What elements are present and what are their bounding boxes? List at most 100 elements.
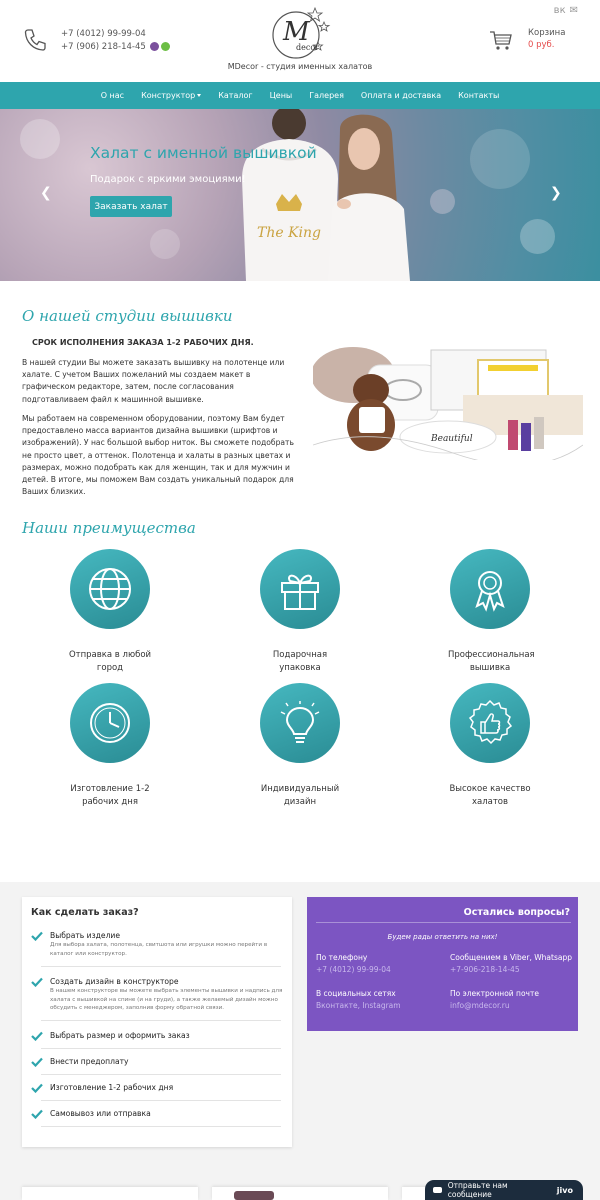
mdecor-logo[interactable]: M decor (266, 4, 334, 60)
advantage-label: Индивидуальный дизайн (260, 784, 340, 807)
divider (41, 1020, 281, 1021)
nav-item-gallery[interactable]: Галерея (309, 91, 344, 100)
check-icon (31, 1031, 43, 1041)
chat-icon (433, 1187, 442, 1193)
svg-text:Beautiful: Beautiful (430, 434, 473, 444)
about-products-image: Beautiful (313, 347, 583, 460)
contact-messenger: Сообщением в Viber, Whatsapp +7-906-218-… (450, 953, 572, 974)
site-tagline: MDecor - студия именных халатов (227, 62, 373, 71)
advantage-item: Высокое качество халатов (410, 683, 570, 809)
whatsapp-icon[interactable] (161, 41, 171, 51)
check-icon (31, 931, 43, 941)
lightbulb-icon (260, 683, 340, 763)
advantage-label: Подарочная упаковка (272, 650, 328, 673)
advantage-item: Изготовление 1-2 рабочих дня (30, 683, 190, 809)
hero-slider: The King Халат с именной вышивкой Подаро… (0, 109, 600, 281)
vk-icon[interactable]: вк (554, 5, 566, 16)
order-steps-card: Как сделать заказ? Выбрать изделие Для в… (22, 897, 292, 1147)
order-steps-title: Как сделать заказ? (31, 907, 139, 918)
check-icon (31, 1083, 43, 1093)
nav-item-catalog[interactable]: Каталог (218, 91, 252, 100)
advantage-label: Отправка в любой город (68, 650, 152, 673)
order-step-title: Самовывоз или отправка (50, 1109, 151, 1118)
advantage-item: Профессиональная вышивка (410, 549, 570, 675)
viber-icon[interactable] (150, 41, 160, 51)
questions-card: Остались вопросы? Будем рады ответить на… (307, 897, 578, 1031)
order-step-title: Выбрать размер и оформить заказ (50, 1031, 190, 1040)
contact-email: По электронной почте info@mdecor.ru (450, 989, 539, 1010)
advantage-label: Высокое качество халатов (449, 784, 531, 807)
main-nav: О нас Конструктор Каталог Цены Галерея О… (0, 82, 600, 109)
divider (41, 1100, 281, 1101)
robe-text: The King (257, 225, 321, 241)
product-card[interactable] (22, 1187, 198, 1200)
divider (41, 966, 281, 967)
globe-icon (70, 549, 150, 629)
contact-messenger-label: Сообщением в Viber, Whatsapp (450, 953, 572, 962)
order-step-title: Внести предоплату (50, 1057, 129, 1066)
nav-item-payment-delivery[interactable]: Оплата и доставка (361, 91, 441, 100)
divider (41, 1048, 281, 1049)
about-paragraph-1: В нашей студии Вы можете заказать вышивк… (22, 358, 285, 404)
contact-social-value[interactable]: Вконтакте, Instagram (316, 1001, 401, 1010)
nav-item-contacts[interactable]: Контакты (458, 91, 499, 100)
advantages-title: Наши преимущества (22, 519, 196, 537)
divider (41, 1074, 281, 1075)
contact-phone-label: По телефону (316, 953, 368, 962)
contact-social: В социальных сетях Вконтакте, Instagram (316, 989, 401, 1010)
cart-sum: 0 руб. (528, 40, 555, 50)
order-step-desc: Для выбора халата, полотенца, свитшота и… (50, 942, 268, 957)
nav-item-about[interactable]: О нас (101, 91, 124, 100)
advantage-item: Подарочная упаковка (220, 549, 380, 675)
order-step-desc: В нашем конструкторе вы можете выбрать э… (50, 988, 283, 1012)
nav-item-prices[interactable]: Цены (270, 91, 293, 100)
contact-email-value[interactable]: info@mdecor.ru (450, 1001, 539, 1010)
contact-messenger-value[interactable]: +7-906-218-14-45 (450, 965, 572, 974)
phone-number-2[interactable]: +7 (906) 218-14-45 (61, 42, 146, 52)
chat-brand: jivo (556, 1185, 573, 1195)
chat-widget[interactable]: Отправьте нам сообщение jivo (425, 1180, 583, 1200)
about-deadline: СРОК ИСПОЛНЕНИЯ ЗАКАЗА 1-2 РАБОЧИХ ДНЯ. (32, 338, 254, 347)
cart-label[interactable]: Корзина (528, 28, 565, 38)
chat-label: Отправьте нам сообщение (447, 1181, 508, 1199)
about-title: О нашей студии вышивки (22, 307, 233, 325)
divider (316, 922, 571, 923)
header-phones: +7 (4012) 99-99-04 +7 (906) 218-14-45 (61, 28, 171, 53)
advantage-label: Изготовление 1-2 рабочих дня (70, 784, 150, 807)
header: +7 (4012) 99-99-04 +7 (906) 218-14-45 M … (0, 0, 600, 82)
phone-icon (24, 29, 46, 51)
social-links: вк ✉ (550, 5, 578, 16)
slider-prev-icon[interactable]: ❮ (40, 186, 52, 200)
order-step-title: Выбрать изделие (50, 931, 121, 940)
contact-phone-value[interactable]: +7 (4012) 99-99-04 (316, 965, 391, 974)
hero-subtitle: Подарок с яркими эмоциями! (90, 174, 246, 185)
contact-email-label: По электронной почте (450, 989, 539, 998)
order-step-title: Изготовление 1-2 рабочих дня (50, 1083, 174, 1092)
slider-next-icon[interactable]: ❯ (550, 186, 562, 200)
award-icon (450, 549, 530, 629)
questions-title: Остались вопросы? (463, 907, 570, 918)
contact-phone: По телефону +7 (4012) 99-99-04 (316, 953, 391, 974)
nav-item-constructor[interactable]: Конструктор (141, 91, 202, 100)
phone-number-1[interactable]: +7 (4012) 99-99-04 (61, 29, 146, 39)
nav-item-constructor-label: Конструктор (141, 91, 196, 100)
cart-icon[interactable] (489, 29, 513, 51)
gift-icon (260, 549, 340, 629)
advantage-label: Профессиональная вышивка (448, 650, 535, 673)
contact-social-label: В социальных сетях (316, 989, 396, 998)
mail-icon[interactable]: ✉ (570, 5, 578, 16)
product-card[interactable] (212, 1187, 388, 1200)
order-step-title: Создать дизайн в конструкторе (50, 977, 179, 986)
order-robe-button[interactable]: Заказать халат (90, 196, 172, 217)
advantage-item: Индивидуальный дизайн (220, 683, 380, 809)
check-icon (31, 1109, 43, 1119)
hero-title: Халат с именной вышивкой (90, 144, 317, 162)
chevron-down-icon (197, 94, 202, 97)
questions-subtitle: Будем рады ответить на них! (387, 933, 498, 941)
divider (41, 1126, 281, 1127)
about-paragraph-2: Мы работаем на современном оборудовании,… (22, 414, 294, 497)
advantage-item: Отправка в любой город (30, 549, 190, 675)
clock-icon (70, 683, 150, 763)
hero-woman-image (328, 114, 410, 281)
check-icon (31, 977, 43, 987)
